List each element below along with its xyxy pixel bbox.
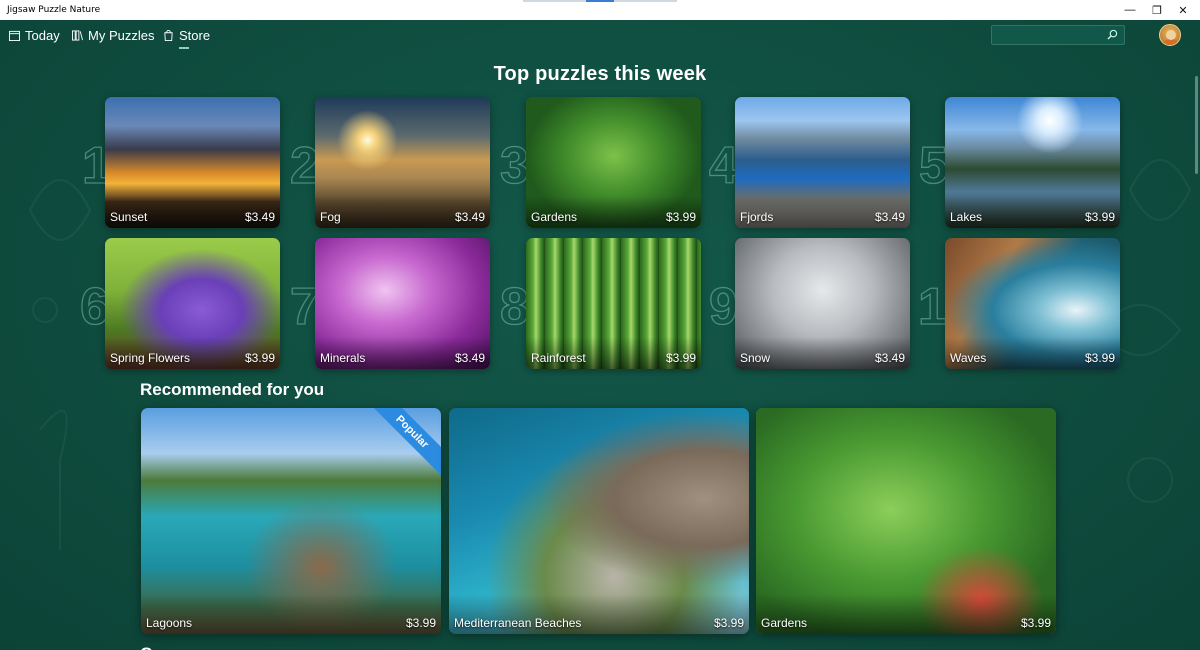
window-titlebar: Jigsaw Puzzle Nature — ❐ ✕ <box>0 0 1200 20</box>
close-button[interactable]: ✕ <box>1166 0 1200 20</box>
nav-my-puzzles-label: My Puzzles <box>88 28 155 43</box>
recommended-card-mediterranean-beaches[interactable]: Mediterranean Beaches $3.99 <box>449 408 749 634</box>
scrollbar-thumb[interactable] <box>1195 76 1198 174</box>
rank-number: 9 <box>708 278 738 336</box>
nav-today-label: Today <box>25 28 60 43</box>
puzzle-tile-gardens[interactable]: Gardens $3.99 <box>526 97 701 228</box>
card-name: Lagoons <box>146 616 193 630</box>
search-icon[interactable] <box>1107 29 1118 40</box>
rank-number: 4 <box>708 137 738 195</box>
puzzle-tile-spring-flowers[interactable]: Spring Flowers $3.99 <box>105 238 280 369</box>
puzzle-tile-lakes[interactable]: Lakes $3.99 <box>945 97 1120 228</box>
tile-price: $3.99 <box>1084 351 1115 365</box>
top-puzzles-title: Top puzzles this week <box>493 63 707 85</box>
tile-name: Lakes <box>950 210 983 224</box>
nav-my-puzzles[interactable]: My Puzzles <box>72 28 154 43</box>
calendar-icon <box>9 30 20 41</box>
tile-name: Waves <box>950 351 987 365</box>
puzzle-tile-minerals[interactable]: Minerals $3.49 <box>315 238 490 369</box>
puzzle-tile-fjords[interactable]: Fjords $3.49 <box>735 97 910 228</box>
loading-bar <box>523 0 677 2</box>
tile-price: $3.49 <box>244 210 275 224</box>
card-price: $3.99 <box>713 616 744 630</box>
recommended-title: Recommended for you <box>140 380 325 399</box>
puzzles-icon <box>72 30 83 41</box>
tile-price: $3.99 <box>244 351 275 365</box>
search-box[interactable] <box>991 25 1125 45</box>
rank-number: 3 <box>499 137 529 195</box>
tile-name: Fjords <box>740 210 774 224</box>
window-title: Jigsaw Puzzle Nature <box>7 5 101 15</box>
tile-name: Spring Flowers <box>110 351 191 365</box>
search-input[interactable] <box>992 27 1102 45</box>
store-icon <box>164 30 173 41</box>
tile-name: Gardens <box>531 210 578 224</box>
tile-name: Fog <box>320 210 341 224</box>
card-name: Mediterranean Beaches <box>454 616 582 630</box>
puzzle-tile-rainforest[interactable]: Rainforest $3.99 <box>526 238 701 369</box>
card-price: $3.99 <box>1020 616 1051 630</box>
puzzle-tile-snow[interactable]: Snow $3.49 <box>735 238 910 369</box>
tile-name: Sunset <box>110 210 148 224</box>
puzzle-tile-sunset[interactable]: Sunset $3.49 <box>105 97 280 228</box>
card-name: Gardens <box>761 616 808 630</box>
tile-price: $3.99 <box>665 210 696 224</box>
puzzle-tile-waves[interactable]: Waves $3.99 <box>945 238 1120 369</box>
tile-price: $3.99 <box>665 351 696 365</box>
tile-price: $3.99 <box>1084 210 1115 224</box>
next-section-title: C <box>140 644 152 650</box>
tile-price: $3.49 <box>454 351 485 365</box>
nav-today[interactable]: Today <box>9 28 60 43</box>
puzzle-tile-fog[interactable]: Fog $3.49 <box>315 97 490 228</box>
recommended-card-lagoons[interactable]: Popular Lagoons $3.99 <box>141 408 441 634</box>
top-nav: Today My Puzzles Store <box>0 20 1200 52</box>
card-price: $3.99 <box>405 616 436 630</box>
tile-price: $3.49 <box>454 210 485 224</box>
tile-price: $3.49 <box>874 210 905 224</box>
rank-number: 8 <box>499 278 529 336</box>
tile-name: Minerals <box>320 351 366 365</box>
tile-price: $3.49 <box>874 351 905 365</box>
avatar[interactable] <box>1159 24 1181 46</box>
tile-name: Snow <box>740 351 771 365</box>
app-area: Today My Puzzles Store Top puzzles this … <box>0 20 1200 650</box>
nav-store[interactable]: Store <box>163 28 211 49</box>
nav-store-label: Store <box>179 28 211 43</box>
recommended-card-gardens[interactable]: Gardens $3.99 <box>756 408 1056 634</box>
rank-number: 5 <box>918 137 948 195</box>
tile-name: Rainforest <box>531 351 586 365</box>
